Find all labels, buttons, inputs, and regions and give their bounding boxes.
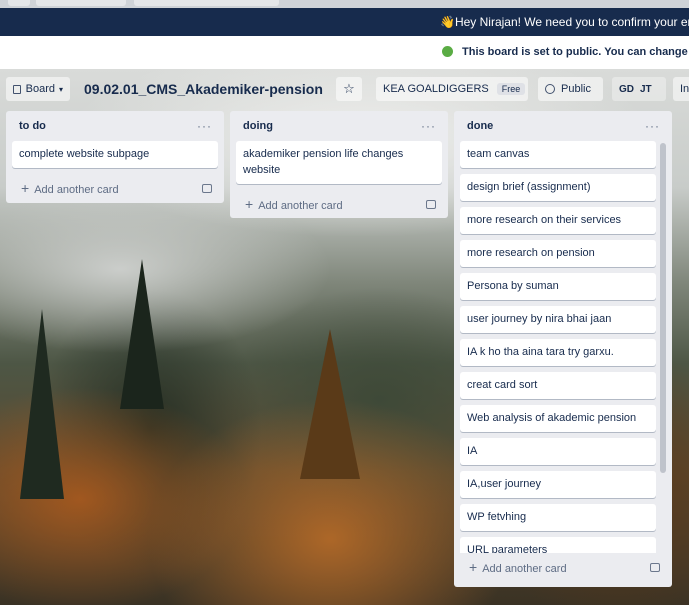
- invite-label: In: [680, 83, 689, 95]
- team-plan-badge: Free: [496, 83, 526, 95]
- add-card-button[interactable]: + Add another card: [12, 174, 218, 202]
- browser-tab-strip: [0, 0, 689, 8]
- add-card-button[interactable]: + Add another card: [460, 553, 666, 581]
- list-card[interactable]: team canvas: [460, 141, 656, 168]
- list-done: done ··· team canvas design brief (assig…: [454, 111, 672, 587]
- add-card-button[interactable]: + Add another card: [236, 190, 442, 218]
- list-header: to do ···: [12, 111, 218, 141]
- board-icon: [13, 84, 21, 94]
- star-board-button[interactable]: ☆: [336, 77, 362, 101]
- list-card[interactable]: IA,user journey: [460, 471, 656, 498]
- visibility-button[interactable]: Public: [538, 77, 603, 101]
- visibility-label: Public: [561, 83, 591, 95]
- card-stack: team canvas design brief (assignment) mo…: [460, 141, 666, 553]
- email-confirm-banner: 👋Hey Nirajan! We need you to confirm you…: [0, 8, 689, 36]
- list-card[interactable]: WP fetvhing: [460, 504, 656, 531]
- browser-tab[interactable]: [8, 0, 30, 6]
- board-view-switcher[interactable]: Board ▾: [6, 77, 70, 101]
- background-tree: [120, 259, 164, 409]
- plus-icon: +: [21, 180, 30, 196]
- list-card[interactable]: Web analysis of akademic pension: [460, 405, 656, 432]
- browser-tab[interactable]: [134, 0, 279, 6]
- list-cards-scroll[interactable]: team canvas design brief (assignment) mo…: [460, 141, 666, 553]
- more-icon[interactable]: ···: [645, 119, 660, 133]
- add-card-label-wrap: + Add another card: [21, 180, 119, 196]
- list-card[interactable]: design brief (assignment): [460, 174, 656, 201]
- list-card[interactable]: Persona by suman: [460, 273, 656, 300]
- list-card[interactable]: complete website subpage: [12, 141, 218, 168]
- list-doing: doing ··· akademiker pension life change…: [230, 111, 448, 218]
- template-icon[interactable]: [202, 183, 212, 193]
- globe-icon: [442, 46, 453, 57]
- more-icon[interactable]: ···: [197, 119, 212, 133]
- list-scrollbar[interactable]: [660, 143, 666, 473]
- chevron-down-icon: ▾: [58, 84, 63, 94]
- list-card[interactable]: akademiker pension life changes website: [236, 141, 442, 184]
- list-card[interactable]: user journey by nira bhai jaan: [460, 306, 656, 333]
- list-header: done ···: [460, 111, 666, 141]
- list-title[interactable]: doing: [243, 120, 273, 132]
- background-tree: [20, 309, 64, 499]
- browser-tab[interactable]: [36, 0, 126, 6]
- team-name: KEA GOALDIGGERS: [383, 83, 489, 95]
- more-icon[interactable]: ···: [421, 119, 436, 133]
- list-card[interactable]: more research on pension: [460, 240, 656, 267]
- board-view-label: Board: [25, 83, 55, 95]
- add-card-label-wrap: + Add another card: [245, 196, 343, 212]
- list-title[interactable]: done: [467, 120, 493, 132]
- board-title[interactable]: 09.02.01_CMS_Akademiker-pension: [84, 81, 323, 97]
- add-card-label: Add another card: [482, 563, 567, 575]
- add-card-label-wrap: + Add another card: [469, 559, 567, 575]
- email-confirm-message: 👋Hey Nirajan! We need you to confirm you…: [440, 15, 689, 29]
- invite-button[interactable]: In: [673, 77, 689, 101]
- add-card-label: Add another card: [258, 200, 343, 212]
- list-card[interactable]: IA: [460, 438, 656, 465]
- list-card[interactable]: more research on their services: [460, 207, 656, 234]
- plus-icon: +: [245, 196, 254, 212]
- list-to-do: to do ··· complete website subpage + Add …: [6, 111, 224, 203]
- team-button[interactable]: KEA GOALDIGGERS Free: [376, 77, 528, 101]
- list-title[interactable]: to do: [19, 120, 46, 132]
- list-card[interactable]: IA k ho tha aina tara try garxu.: [460, 339, 656, 366]
- member-avatars[interactable]: GD JT: [612, 77, 666, 101]
- background-tree: [300, 329, 360, 479]
- list-card[interactable]: creat card sort: [460, 372, 656, 399]
- list-card[interactable]: URL parameters: [460, 537, 656, 553]
- avatar[interactable]: GD: [619, 84, 634, 95]
- public-notice-text: This board is set to public. You can cha…: [462, 46, 689, 58]
- add-card-label: Add another card: [34, 184, 119, 196]
- avatar[interactable]: JT: [640, 84, 652, 95]
- template-icon[interactable]: [426, 199, 436, 209]
- list-header: doing ···: [236, 111, 442, 141]
- star-icon: ☆: [343, 81, 355, 96]
- plus-icon: +: [469, 559, 478, 575]
- template-icon[interactable]: [650, 562, 660, 572]
- public-board-notice: This board is set to public. You can cha…: [0, 36, 689, 69]
- board-header: Board ▾ 09.02.01_CMS_Akademiker-pension …: [0, 69, 689, 111]
- globe-icon: [545, 84, 555, 94]
